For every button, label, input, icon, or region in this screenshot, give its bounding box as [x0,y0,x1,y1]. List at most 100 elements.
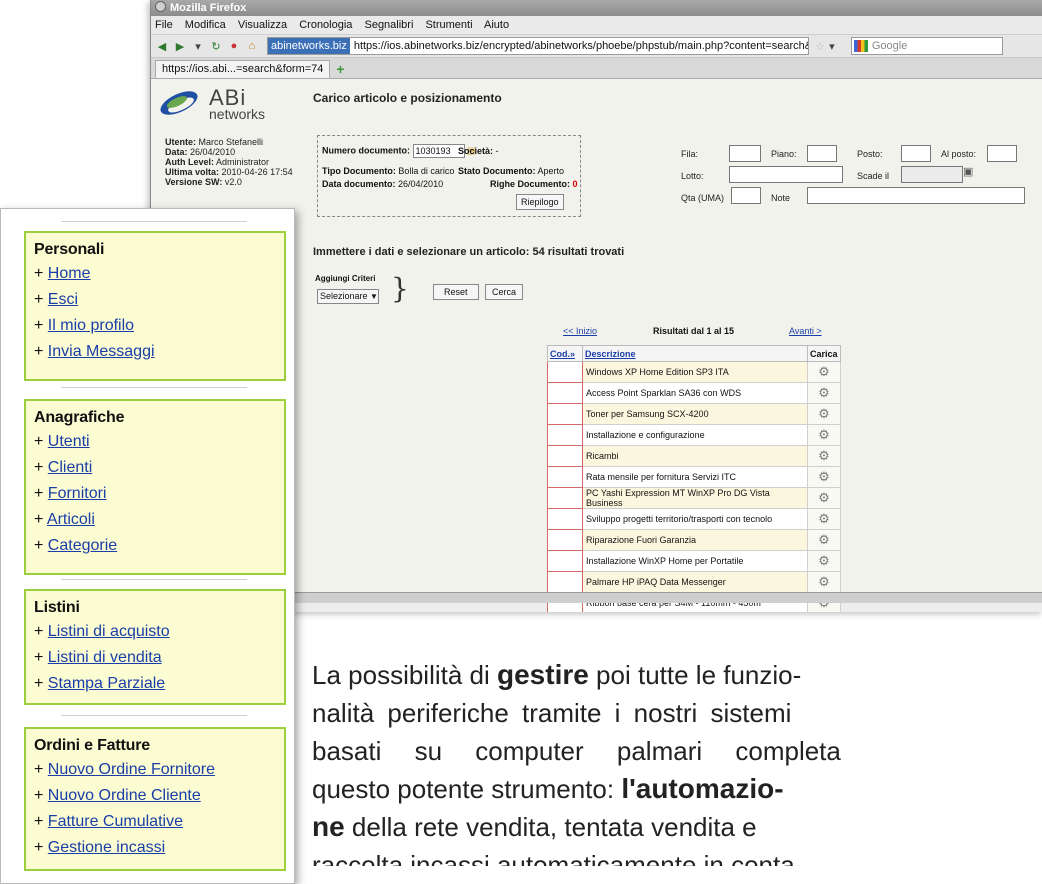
site-identity-badge[interactable]: abinetworks.biz [268,38,350,54]
sidebar-item-messaggi[interactable]: + Invia Messaggi [26,339,284,365]
sidebar-item-esci[interactable]: + Esci [26,287,284,313]
sidebar-item-articoli[interactable]: + Articoli [26,507,284,533]
bookmark-star-icon[interactable]: ☆ [815,40,825,53]
sidebar-item-categorie[interactable]: + Categorie [26,533,284,559]
pager-next[interactable]: Avanti > [789,326,822,336]
calendar-icon[interactable]: ▣ [963,165,973,178]
categorie-link[interactable]: Categorie [48,537,117,554]
cod-input-cell[interactable] [547,424,583,446]
al-posto-input[interactable] [987,145,1017,162]
gear-icon[interactable]: ⚙ [807,382,841,404]
table-row[interactable]: Ricambi ⚙ [547,445,841,467]
col-cod-link[interactable]: Cod.» [550,349,575,359]
scade-input[interactable] [901,166,963,183]
riepilogo-button[interactable]: Riepilogo [516,194,564,210]
fornitori-link[interactable]: Fornitori [48,485,107,502]
gear-icon[interactable]: ⚙ [807,487,841,509]
sidebar-item-listini-acquisto[interactable]: + Listini di acquisto [26,619,284,645]
listini-acquisto-link[interactable]: Listini di acquisto [48,623,170,640]
sidebar-item-listini-vendita[interactable]: + Listini di vendita [26,645,284,671]
gear-icon[interactable]: ⚙ [807,571,841,593]
reset-button[interactable]: Reset [433,284,479,300]
gear-icon[interactable]: ⚙ [807,403,841,425]
table-row[interactable]: Windows XP Home Edition SP3 ITA ⚙ [547,361,841,383]
sidebar-item-home[interactable]: + Home [26,261,284,287]
stop-icon[interactable]: ● [227,39,241,53]
cod-input-cell[interactable] [547,403,583,425]
table-row[interactable]: Toner per Samsung SCX-4200 ⚙ [547,403,841,425]
sidebar-item-fatture-cumulative[interactable]: + Fatture Cumulative [26,809,284,835]
table-row[interactable]: Palmare HP iPAQ Data Messenger ⚙ [547,571,841,593]
menu-file[interactable]: File [155,19,173,31]
cod-input-cell[interactable] [547,571,583,593]
criteria-select[interactable]: Selezionare ▼ [317,289,379,304]
sidebar-item-clienti[interactable]: + Clienti [26,455,284,481]
tab-current[interactable]: https://ios.abi...=search&form=74 [155,60,331,78]
gear-icon[interactable]: ⚙ [807,508,841,530]
sidebar-item-stampa-parziale[interactable]: + Stampa Parziale [26,671,284,697]
sidebar-item-profilo[interactable]: + Il mio profilo [26,313,284,339]
home-icon[interactable]: ⌂ [245,39,259,53]
gear-icon[interactable]: ⚙ [807,550,841,572]
cod-input-cell[interactable] [547,508,583,530]
pager-prev-link[interactable]: << Inizio [563,326,597,336]
sidebar-item-fornitori[interactable]: + Fornitori [26,481,284,507]
posto-input[interactable] [901,145,931,162]
gear-icon[interactable]: ⚙ [807,424,841,446]
qta-input[interactable] [731,187,761,204]
home-link[interactable]: Home [48,265,91,282]
search-box[interactable]: Google [850,37,1003,55]
forward-icon[interactable]: ▶ [173,39,187,53]
gear-icon[interactable]: ⚙ [807,466,841,488]
ordine-fornitore-link[interactable]: Nuovo Ordine Fornitore [48,761,215,778]
pager-prev[interactable]: << Inizio [563,326,597,336]
new-tab-icon[interactable]: + [336,61,344,78]
doc-number-field[interactable]: 1030193 [412,144,465,158]
sidebar-item-ordine-fornitore[interactable]: + Nuovo Ordine Fornitore [26,757,284,783]
menu-modifica[interactable]: Modifica [185,19,226,31]
cod-input-cell[interactable] [547,466,583,488]
back-icon[interactable]: ◀ [155,39,169,53]
ordine-cliente-link[interactable]: Nuovo Ordine Cliente [48,787,201,804]
menu-visualizza[interactable]: Visualizza [238,19,287,31]
url-dropdown-icon[interactable]: ▾ [825,39,839,53]
table-row[interactable]: Installazione WinXP Home per Portatile ⚙ [547,550,841,572]
fatture-cumulative-link[interactable]: Fatture Cumulative [48,813,183,830]
messaggi-link[interactable]: Invia Messaggi [48,343,155,360]
menu-strumenti[interactable]: Strumenti [425,19,472,31]
esci-link[interactable]: Esci [48,291,78,308]
history-dropdown-icon[interactable]: ▾ [191,39,205,53]
menu-aiuto[interactable]: Aiuto [484,19,509,31]
cerca-button[interactable]: Cerca [485,284,524,300]
table-row[interactable]: PC Yashi Expression MT WinXP Pro DG Vist… [547,487,841,509]
cod-input-cell[interactable] [547,361,583,383]
clienti-link[interactable]: Clienti [48,459,92,476]
gear-icon[interactable]: ⚙ [807,361,841,383]
gestione-incassi-link[interactable]: Gestione incassi [48,839,165,856]
gear-icon[interactable]: ⚙ [807,529,841,551]
table-row[interactable]: Installazione e configurazione ⚙ [547,424,841,446]
stampa-parziale-link[interactable]: Stampa Parziale [48,675,165,692]
sidebar-item-utenti[interactable]: + Utenti [26,429,284,455]
cod-input-cell[interactable] [547,445,583,467]
table-row[interactable]: Rata mensile per fornitura Servizi ITC ⚙ [547,466,841,488]
cod-input-cell[interactable] [547,550,583,572]
listini-vendita-link[interactable]: Listini di vendita [48,649,162,666]
table-row[interactable]: Sviluppo progetti territorio/trasporti c… [547,508,841,530]
cod-input-cell[interactable] [547,487,583,509]
cod-input-cell[interactable] [547,382,583,404]
profilo-link[interactable]: Il mio profilo [48,317,134,334]
lotto-input[interactable] [729,166,843,183]
fila-input[interactable] [729,145,761,162]
cod-input-cell[interactable] [547,529,583,551]
piano-input[interactable] [807,145,837,162]
col-descrizione-link[interactable]: Descrizione [585,349,636,359]
url-bar[interactable]: abinetworks.biz https://ios.abinetworks.… [267,37,809,55]
col-descrizione[interactable]: Descrizione [582,345,808,362]
note-input[interactable] [807,187,1025,204]
col-cod[interactable]: Cod.» [547,345,583,362]
table-row[interactable]: Riparazione Fuori Garanzia ⚙ [547,529,841,551]
reload-icon[interactable]: ↻ [209,39,223,53]
utenti-link[interactable]: Utenti [48,433,90,450]
articoli-link[interactable]: Articoli [47,511,95,528]
